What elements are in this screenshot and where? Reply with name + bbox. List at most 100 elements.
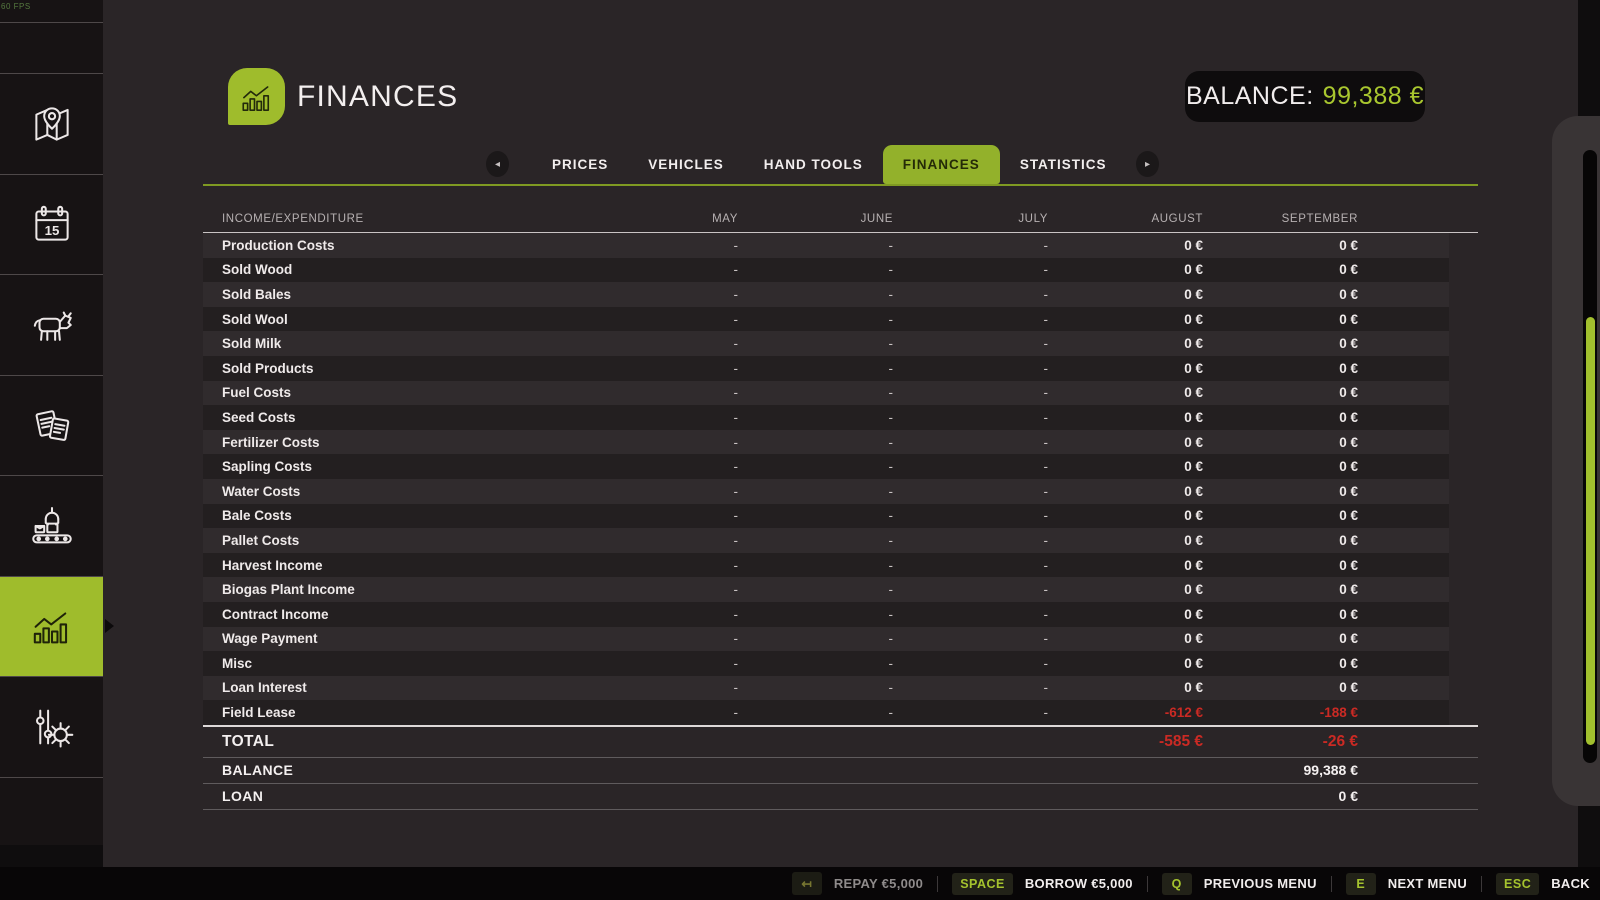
cell-may: -	[583, 680, 738, 695]
table-row-seed-costs: Seed Costs---0 €0 €	[203, 405, 1449, 430]
footer-keybar: ↤REPAY €5,000 SPACE BORROW €5,000 QPREVIOUS…	[0, 867, 1600, 900]
cell-july: -	[893, 262, 1048, 277]
hint-borrow-5-000[interactable]: SPACE BORROW €5,000	[952, 873, 1133, 895]
q-key: Q	[1162, 873, 1192, 895]
cell-june: -	[738, 361, 893, 376]
cell-july: -	[893, 508, 1048, 523]
table-row-contract-income: Contract Income---0 €0 €	[203, 602, 1449, 627]
cell-july: -	[893, 656, 1048, 671]
cell-june: -	[738, 287, 893, 302]
cell-july: -	[893, 361, 1048, 376]
cell-july: -	[893, 238, 1048, 253]
column-header-july: JULY	[893, 213, 1048, 225]
sidebar-item-finances[interactable]	[0, 576, 103, 677]
tab-vehicles[interactable]: VEHICLES	[628, 145, 744, 184]
cell-may: -	[583, 533, 738, 548]
calendar-icon: 15	[27, 199, 77, 249]
cell-september: 0 €	[1203, 385, 1358, 400]
cell-september: -188 €	[1203, 705, 1358, 720]
cell-august: 0 €	[1048, 361, 1203, 376]
row-label: Sold Wood	[203, 262, 583, 277]
cell-august: 0 €	[1048, 558, 1203, 573]
scrollbar-thumb[interactable]	[1586, 317, 1595, 745]
cell-august: 0 €	[1048, 533, 1203, 548]
scrollbar-track[interactable]	[1583, 150, 1597, 763]
sidebar-item-contracts[interactable]	[0, 375, 103, 476]
active-item-pointer	[105, 619, 114, 633]
cell-august: 0 €	[1048, 385, 1203, 400]
sidebar-item-settings[interactable]	[0, 676, 103, 777]
row-label: Sold Bales	[203, 287, 583, 302]
column-header-may: MAY	[583, 213, 738, 225]
hint-repay-5-000[interactable]: ↤REPAY €5,000	[792, 872, 923, 895]
cell-august: 0 €	[1048, 262, 1203, 277]
cell-august: 0 €	[1048, 508, 1203, 523]
cell-september: 99,388 €	[1203, 762, 1358, 778]
tab-finances[interactable]: FINANCES	[883, 145, 1000, 184]
animals-icon	[27, 300, 77, 350]
cell-august: 0 €	[1048, 287, 1203, 302]
summary-label: LOAN	[203, 788, 583, 804]
svg-text:15: 15	[44, 223, 59, 238]
cell-may: -	[583, 459, 738, 474]
cell-july: -	[893, 705, 1048, 720]
cell-june: -	[738, 484, 893, 499]
finances-table: INCOME/EXPENDITUREMAYJUNEJULYAUGUSTSEPTE…	[203, 205, 1478, 810]
tabs-next-button[interactable]: ▸	[1136, 151, 1159, 177]
cell-may: -	[583, 336, 738, 351]
tab-label: FINANCES	[903, 157, 980, 172]
cell-july: -	[893, 484, 1048, 499]
cell-september: 0 €	[1203, 631, 1358, 646]
cell-september: 0 €	[1203, 582, 1358, 597]
cell-august: 0 €	[1048, 656, 1203, 671]
table-row-pallet-costs: Pallet Costs---0 €0 €	[203, 528, 1449, 553]
hint-label: BORROW €5,000	[1025, 876, 1133, 891]
row-label: Pallet Costs	[203, 533, 583, 548]
cell-june: -	[738, 558, 893, 573]
fps-counter: 60 FPS	[1, 2, 31, 11]
cell-may: -	[583, 582, 738, 597]
map-icon	[27, 99, 77, 149]
tab-hand-tools[interactable]: HAND TOOLS	[744, 145, 883, 184]
cell-july: -	[893, 631, 1048, 646]
table-summary: TOTAL-585 €-26 €BALANCE99,388 €LOAN0 €	[203, 725, 1478, 810]
cell-june: -	[738, 656, 893, 671]
table-row-field-lease: Field Lease----612 €-188 €	[203, 700, 1449, 725]
sidebar-item-animals[interactable]	[0, 274, 103, 375]
row-label: Sold Wool	[203, 312, 583, 327]
tabs-prev-button[interactable]: ◂	[486, 151, 509, 177]
chevron-left-icon: ◂	[495, 159, 500, 170]
row-label: Wage Payment	[203, 631, 583, 646]
cell-september: 0 €	[1203, 680, 1358, 695]
hint-previous-menu[interactable]: QPREVIOUS MENU	[1162, 873, 1317, 895]
cell-may: -	[583, 558, 738, 573]
table-row-production-costs: Production Costs---0 €0 €	[203, 233, 1449, 258]
row-label: Seed Costs	[203, 410, 583, 425]
hint-next-menu[interactable]: ENEXT MENU	[1346, 873, 1467, 895]
hint-back[interactable]: ESCBACK	[1496, 873, 1590, 895]
cell-july: -	[893, 680, 1048, 695]
sidebar-item-production[interactable]	[0, 475, 103, 576]
summary-label: BALANCE	[203, 762, 583, 778]
cell-june: -	[738, 582, 893, 597]
sidebar-item-map[interactable]	[0, 73, 103, 174]
hint-label: REPAY €5,000	[834, 876, 923, 891]
cell-may: -	[583, 287, 738, 302]
cell-august: -612 €	[1048, 705, 1203, 720]
cell-may: -	[583, 435, 738, 450]
cell-july: -	[893, 336, 1048, 351]
balance-value: 99,388 €	[1323, 82, 1424, 111]
column-header-september: SEPTEMBER	[1203, 213, 1358, 225]
cell-september: 0 €	[1203, 533, 1358, 548]
cell-may: -	[583, 238, 738, 253]
space-key: SPACE	[952, 873, 1013, 895]
table-row-bale-costs: Bale Costs---0 €0 €	[203, 504, 1449, 529]
cell-july: -	[893, 607, 1048, 622]
table-body: Production Costs---0 €0 €Sold Wood---0 €…	[203, 233, 1449, 725]
balance-badge: BALANCE: 99,388 €	[1185, 71, 1425, 122]
tab-statistics[interactable]: STATISTICS	[1000, 145, 1127, 184]
tab-prices[interactable]: PRICES	[532, 145, 628, 184]
table-row-sold-milk: Sold Milk---0 €0 €	[203, 331, 1449, 356]
sidebar-item-calendar[interactable]: 15	[0, 174, 103, 275]
balance-label: BALANCE:	[1186, 82, 1314, 111]
